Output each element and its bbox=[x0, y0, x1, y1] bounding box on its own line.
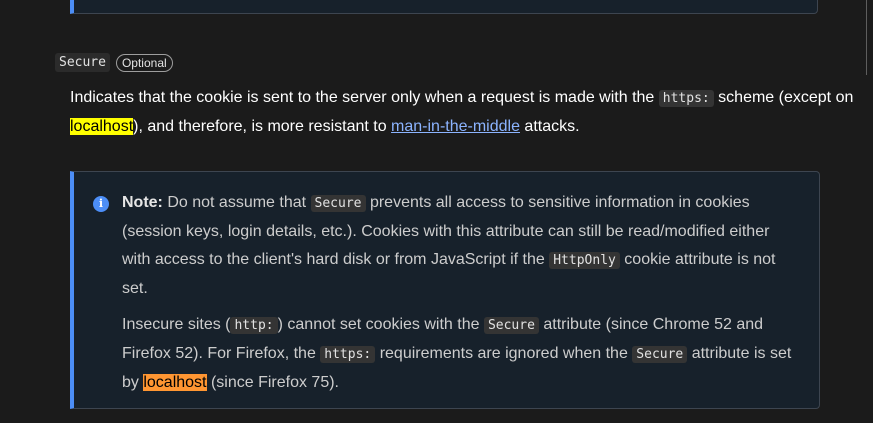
note-paragraph-1: Note: Do not assume that Secure prevents… bbox=[122, 189, 802, 303]
mitm-link[interactable]: man-in-the-middle bbox=[391, 118, 520, 135]
desc-text-4: attacks. bbox=[519, 118, 580, 135]
attribute-name: Secure bbox=[55, 53, 110, 72]
note-p2-text-6: (since Firefox 75). bbox=[206, 374, 339, 391]
code-httponly: HttpOnly bbox=[549, 252, 620, 269]
desc-text-2: scheme (except on bbox=[713, 89, 854, 106]
note-p2-text-2: ) cannot set cookies with the bbox=[277, 316, 484, 333]
code-secure: Secure bbox=[632, 346, 688, 363]
scrollbar-track[interactable] bbox=[866, 0, 867, 75]
info-icon: i bbox=[93, 196, 109, 212]
previous-note-box bbox=[70, 0, 818, 14]
code-http: http: bbox=[230, 317, 278, 334]
desc-text-1: Indicates that the cookie is sent to the… bbox=[70, 89, 659, 106]
code-secure: Secure bbox=[310, 195, 366, 212]
note-p2-text-4: requirements are ignored when the bbox=[375, 345, 633, 362]
code-https: https: bbox=[320, 346, 376, 363]
code-secure: Secure bbox=[483, 317, 539, 334]
attribute-description: Indicates that the cookie is sent to the… bbox=[70, 84, 860, 141]
optional-badge: Optional bbox=[115, 53, 173, 72]
note-p1-text-1: Do not assume that bbox=[162, 194, 311, 211]
note-content: Note: Do not assume that Secure prevents… bbox=[122, 189, 802, 405]
page: Secure Optional Indicates that the cooki… bbox=[0, 0, 873, 423]
note-p2-text-1: Insecure sites ( bbox=[122, 316, 231, 333]
attribute-term: Secure Optional bbox=[55, 53, 173, 72]
code-https: https: bbox=[658, 90, 714, 107]
search-highlight: localhost bbox=[70, 118, 134, 135]
search-highlight-active: localhost bbox=[143, 374, 207, 391]
note-callout: i Note: Do not assume that Secure preven… bbox=[70, 171, 820, 409]
desc-text-3: ), and therefore, is more resistant to bbox=[133, 118, 392, 135]
note-paragraph-2: Insecure sites (http:) cannot set cookie… bbox=[122, 311, 802, 397]
note-label: Note: bbox=[122, 194, 163, 211]
